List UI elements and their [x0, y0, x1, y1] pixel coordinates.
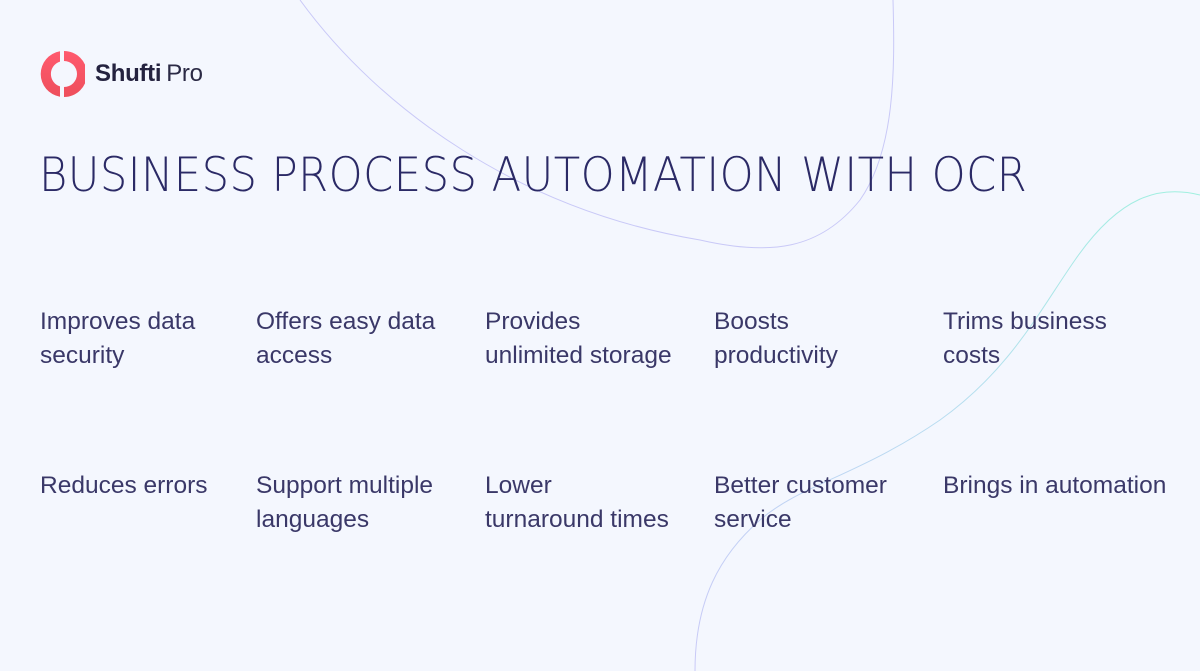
feature-line: Offers easy data	[256, 308, 436, 335]
feature-line: access	[256, 342, 333, 369]
lavender-curve	[299, 0, 895, 249]
feature-line: turnaround times	[485, 506, 669, 533]
page-title: BUSINESS PROCESS AUTOMATION WITH OCR	[39, 148, 1028, 203]
feature-item: Trims business costs	[943, 305, 1200, 373]
feature-line: Improves data	[40, 308, 196, 335]
feature-line: Reduces errors	[40, 472, 208, 499]
feature-line: Trims business	[943, 308, 1107, 335]
feature-item: Boosts productivity	[714, 305, 944, 373]
feature-item: Brings in automation	[943, 469, 1200, 503]
shufti-pro-logo-icon	[40, 51, 85, 97]
feature-line: Support multiple	[256, 472, 434, 499]
brand-logo: Shufti Pro	[39, 49, 203, 99]
teal-curve	[694, 191, 1200, 671]
feature-item: Lower turnaround times	[485, 469, 715, 537]
feature-line: Boosts	[714, 308, 789, 335]
feature-item: Reduces errors	[40, 469, 270, 503]
feature-item: Offers easy data access	[256, 305, 486, 373]
feature-item: Better customer service	[714, 469, 944, 537]
feature-item: Provides unlimited storage	[485, 305, 715, 373]
feature-line: Better customer	[714, 472, 887, 499]
feature-line: security	[40, 342, 125, 369]
brand-name-light: Pro	[166, 60, 203, 87]
feature-line: languages	[256, 506, 370, 533]
brand-name: Shufti Pro	[95, 60, 203, 88]
brand-name-bold: Shufti	[95, 60, 162, 87]
feature-line: service	[714, 506, 792, 533]
feature-item: Improves data security	[40, 305, 270, 373]
feature-line: Brings in automation	[943, 472, 1167, 499]
feature-line: productivity	[714, 342, 838, 369]
feature-line: Provides	[485, 308, 581, 335]
feature-item: Support multiple languages	[256, 469, 486, 537]
feature-line: unlimited storage	[485, 342, 672, 369]
feature-line: costs	[943, 342, 1001, 369]
feature-line: Lower	[485, 472, 552, 499]
